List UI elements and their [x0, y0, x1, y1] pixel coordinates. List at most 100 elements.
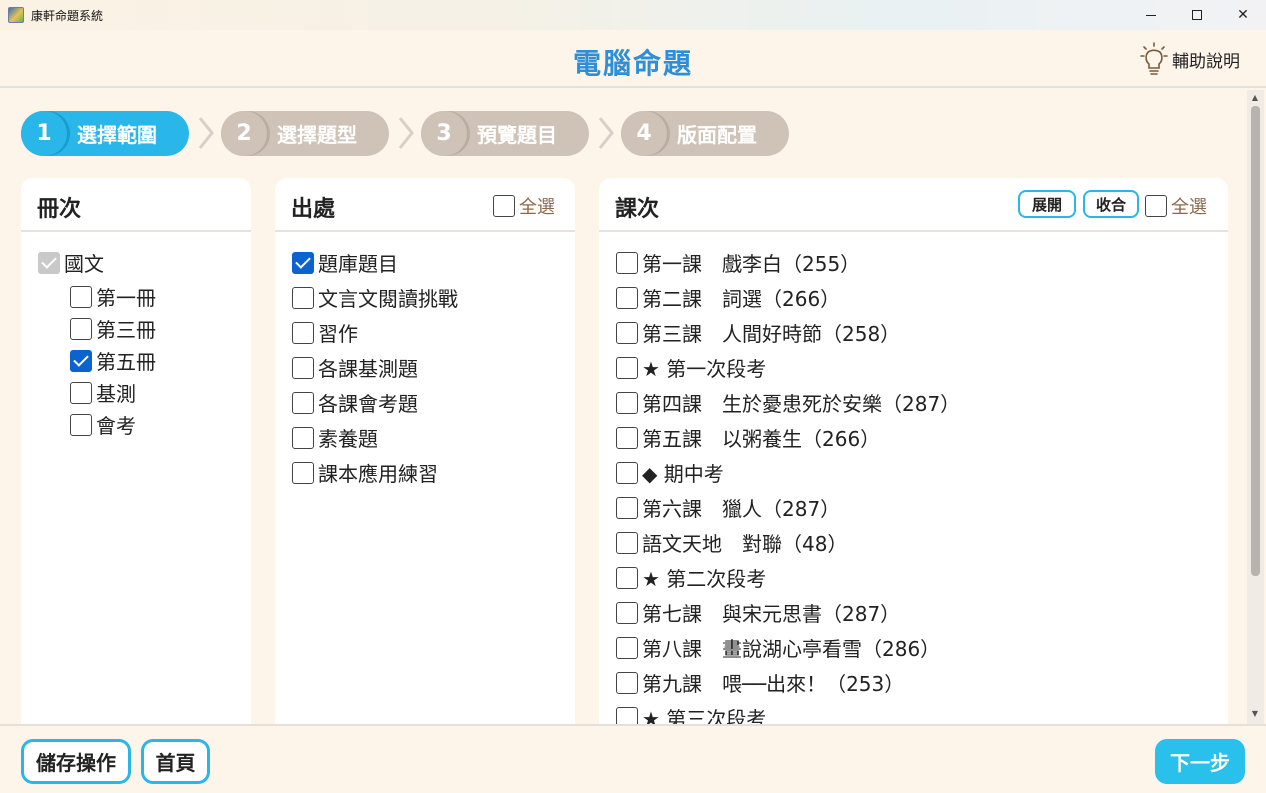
expand-button[interactable]: 展開 [1018, 190, 1076, 218]
step-1[interactable]: 1 選擇範圍 [21, 111, 189, 156]
step-2[interactable]: 2 選擇題型 [221, 111, 389, 156]
help-button[interactable]: 輔助說明 [1140, 42, 1240, 76]
select-all-label: 全選 [1171, 197, 1207, 218]
checkbox [616, 356, 638, 379]
minimize-icon [1146, 14, 1156, 16]
step-label: 選擇題型 [277, 123, 357, 147]
source-panel: 出處 全選 題庫題目 文言文閱讀挑戰 習作 各課基測題 各課會考題 素養題 課本… [275, 178, 575, 738]
checkbox [1145, 195, 1167, 217]
lesson-item-label: 第四課 生於憂患死於安樂（287） [642, 392, 961, 416]
lesson-item[interactable]: 第四課 生於憂患死於安樂（287） [616, 388, 960, 417]
lesson-item[interactable]: 第二課 詞選（266） [616, 283, 840, 312]
lesson-item[interactable]: 語文天地 對聯（48） [616, 528, 847, 557]
lesson-item[interactable]: ★ 第一次段考 [616, 353, 766, 382]
close-icon: ✕ [1237, 7, 1249, 23]
lesson-item-label: 第七課 與宋元思書（287） [642, 602, 901, 626]
maximize-icon [1192, 10, 1202, 20]
source-select-all[interactable]: 全選 [493, 193, 555, 219]
checkbox [616, 671, 638, 694]
next-step-button[interactable]: 下一步 [1155, 739, 1245, 784]
home-button[interactable]: 首頁 [141, 739, 210, 784]
step-number: 1 [21, 111, 67, 156]
volume-item[interactable]: 第三冊 [70, 314, 156, 343]
volume-root-checkbox[interactable]: 國文 [38, 248, 104, 277]
maximize-button[interactable] [1174, 0, 1220, 30]
lesson-item[interactable]: 第五課 以粥養生（266） [616, 423, 880, 452]
checkbox [292, 286, 314, 309]
step-label: 版面配置 [677, 123, 757, 147]
scroll-down-icon[interactable]: ▼ [1250, 709, 1260, 718]
minimize-button[interactable] [1128, 0, 1174, 30]
source-item-label: 習作 [318, 322, 358, 346]
checkbox [292, 321, 314, 344]
source-item-label: 素養題 [318, 427, 378, 451]
volume-item-label: 會考 [96, 414, 136, 438]
collapse-button[interactable]: 收合 [1083, 190, 1139, 218]
volume-item[interactable]: 基測 [70, 378, 136, 407]
lesson-panel-header: 課次 展開 收合 全選 [599, 178, 1228, 232]
checkbox [70, 285, 92, 308]
lesson-item[interactable]: ◆ 期中考 [616, 458, 724, 487]
step-label: 預覽題目 [477, 123, 557, 147]
checkbox [38, 251, 60, 274]
source-item-label: 文言文閱讀挑戰 [318, 287, 458, 311]
lesson-item[interactable]: 第九課 喂──出來！（253） [616, 668, 904, 697]
source-item[interactable]: 各課會考題 [292, 388, 418, 417]
lesson-item[interactable]: 第三課 人間好時節（258） [616, 318, 900, 347]
volume-item-label: 第五冊 [96, 350, 156, 374]
lesson-item-label: 第五課 以粥養生（266） [642, 427, 881, 451]
lesson-item-label: 語文天地 對聯（48） [642, 532, 848, 556]
source-item[interactable]: 文言文閱讀挑戰 [292, 283, 458, 312]
checkbox [616, 496, 638, 519]
lesson-item[interactable]: 第八課 畫說湖心亭看雪（286） [616, 633, 940, 662]
volume-panel-header: 冊次 [21, 178, 251, 232]
checkbox [70, 317, 92, 340]
source-item[interactable]: 各課基測題 [292, 353, 418, 382]
volume-item[interactable]: 第一冊 [70, 282, 156, 311]
lesson-item-label: 第九課 喂──出來！（253） [642, 672, 905, 696]
lesson-item-label: ◆ 期中考 [642, 462, 724, 486]
source-item-label: 各課基測題 [318, 357, 418, 381]
lesson-item-label: 第二課 詞選（266） [642, 287, 841, 311]
source-item[interactable]: 題庫題目 [292, 248, 398, 277]
source-item[interactable]: 素養題 [292, 423, 378, 452]
volume-root-label: 國文 [64, 252, 104, 276]
checkbox [292, 426, 314, 449]
checkbox [616, 251, 638, 274]
lesson-select-all[interactable]: 全選 [1145, 193, 1207, 219]
window-titlebar: 康軒命題系統 ✕ [0, 0, 1266, 30]
lesson-item-label: 第一課 戲李白（255） [642, 252, 861, 276]
save-button[interactable]: 儲存操作 [21, 739, 131, 784]
source-item[interactable]: 課本應用練習 [292, 458, 438, 487]
scroll-up-icon[interactable]: ▲ [1250, 93, 1260, 102]
step-number: 2 [221, 111, 267, 156]
source-item-label: 題庫題目 [318, 252, 398, 276]
checkbox [616, 321, 638, 344]
source-panel-title: 出處 [291, 197, 336, 222]
step-3[interactable]: 3 預覽題目 [421, 111, 589, 156]
lesson-item[interactable]: 第一課 戲李白（255） [616, 248, 860, 277]
lesson-item[interactable]: ★ 第二次段考 [616, 563, 766, 592]
checkbox [616, 566, 638, 589]
step-label: 選擇範圍 [77, 123, 157, 147]
app-icon [8, 7, 24, 23]
checkbox [70, 413, 92, 436]
close-button[interactable]: ✕ [1220, 0, 1266, 30]
volume-item-label: 第一冊 [96, 286, 156, 310]
chevron-right-icon [198, 117, 214, 149]
step-4[interactable]: 4 版面配置 [621, 111, 789, 156]
scrollbar-thumb[interactable] [1251, 106, 1260, 576]
volume-item[interactable]: 第五冊 [70, 346, 156, 375]
volume-item[interactable]: 會考 [70, 410, 136, 439]
source-item[interactable]: 習作 [292, 318, 358, 347]
volume-panel-title: 冊次 [37, 197, 82, 222]
lesson-panel-title: 課次 [615, 197, 660, 222]
lesson-item[interactable]: 第七課 與宋元思書（287） [616, 598, 900, 627]
chevron-right-icon [598, 117, 614, 149]
lesson-item[interactable]: 第六課 獵人（287） [616, 493, 840, 522]
chevron-right-icon [398, 117, 414, 149]
volume-panel: 冊次 國文 第一冊 第三冊 第五冊 基測 會考 [21, 178, 251, 738]
checkbox [292, 461, 314, 484]
checkbox [616, 636, 638, 659]
lesson-item-label: 第八課 畫說湖心亭看雪（286） [642, 637, 941, 661]
